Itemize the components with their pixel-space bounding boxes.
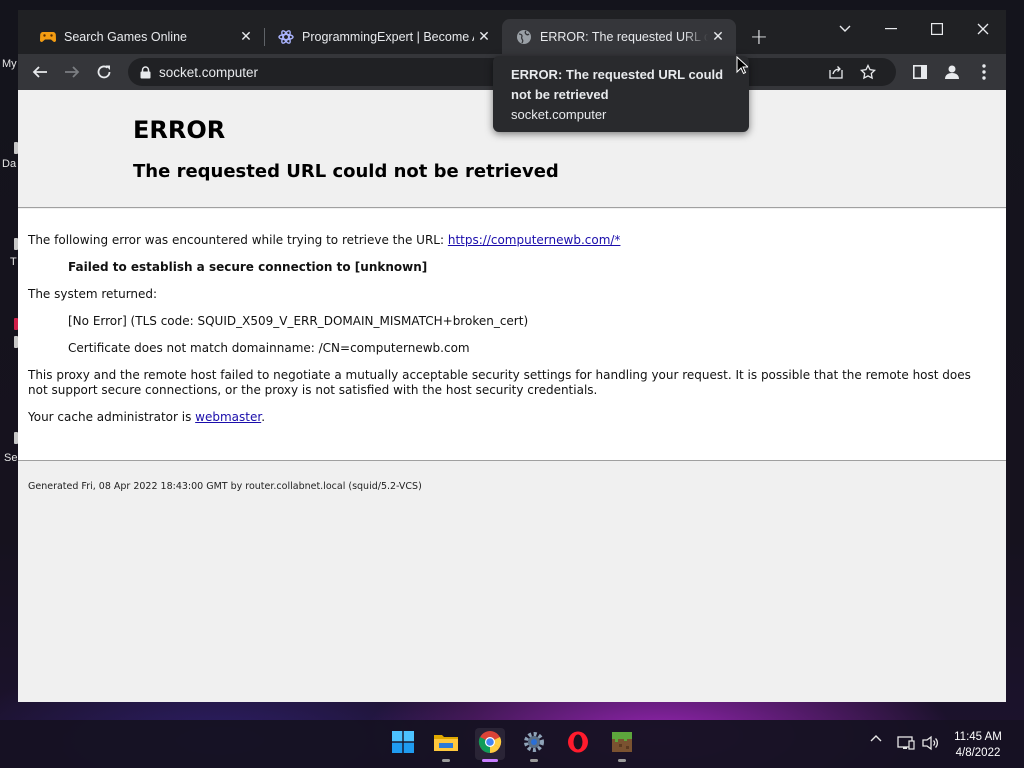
bookmark-star-icon[interactable] <box>859 63 877 84</box>
certificate-message: Certificate does not match domainname: /… <box>68 341 470 355</box>
mouse-cursor-icon <box>736 55 750 79</box>
menu-kebab-icon[interactable] <box>970 58 998 86</box>
tab-error-page[interactable]: ERROR: The requested URL could ✕ <box>502 19 736 54</box>
tab-title: ProgrammingExpert | Become A <box>302 29 474 44</box>
tab-strip: Search Games Online ✕ ProgrammingExpert … <box>18 10 1006 54</box>
webmaster-link[interactable]: webmaster <box>195 410 261 424</box>
new-tab-button[interactable]: + <box>746 24 772 50</box>
tab-search-dropdown-button[interactable] <box>822 14 868 44</box>
network-icon[interactable] <box>897 735 915 751</box>
back-button[interactable] <box>26 58 54 86</box>
tls-error-message: [No Error] (TLS code: SQUID_X509_V_ERR_D… <box>68 314 529 328</box>
error-heading: ERROR <box>133 116 226 144</box>
forward-button[interactable] <box>58 58 86 86</box>
running-indicator <box>530 759 538 762</box>
file-explorer-icon <box>433 731 459 757</box>
error-page: ERROR The requested URL could not be ret… <box>18 90 1006 702</box>
error-subheading: The requested URL could not be retrieved <box>133 161 559 182</box>
reload-button[interactable] <box>90 58 118 86</box>
tab-programmingexpert[interactable]: ProgrammingExpert | Become A ✕ <box>264 19 502 54</box>
admin-suffix: . <box>261 410 266 424</box>
start-button[interactable] <box>388 728 418 760</box>
error-title: Failed to establish a secure connection … <box>68 260 428 274</box>
page-footer: Generated Fri, 08 Apr 2022 18:43:00 GMT … <box>28 481 422 492</box>
minecraft-icon <box>611 731 633 757</box>
address-bar-url: socket.computer <box>159 64 259 80</box>
share-icon[interactable] <box>828 64 844 84</box>
start-icon <box>392 731 414 757</box>
error-details: The following error was encountered whil… <box>18 209 1006 461</box>
explanation-text: This proxy and the remote host failed to… <box>28 368 971 397</box>
tab-hover-tooltip: ERROR: The requested URL could not be re… <box>493 56 749 132</box>
taskbar: 11:45 AM 4/8/2022 <box>0 720 1024 768</box>
taskbar-app-opera[interactable] <box>563 728 593 760</box>
settings-icon <box>523 731 545 757</box>
desktop-icon-label[interactable]: My <box>2 58 17 70</box>
taskbar-app-settings[interactable] <box>519 728 549 762</box>
desktop-icon-label[interactable]: T <box>10 256 17 268</box>
globe-icon <box>516 29 532 45</box>
active-indicator <box>482 759 498 762</box>
admin-prefix: Your cache administrator is <box>28 410 196 424</box>
running-indicator <box>442 759 450 762</box>
taskbar-app-file-explorer[interactable] <box>431 728 461 762</box>
desktop-icon-label[interactable]: Da <box>2 158 16 170</box>
close-icon[interactable]: ✕ <box>236 27 256 47</box>
minimize-button[interactable] <box>868 14 914 44</box>
profile-avatar-icon[interactable] <box>938 58 966 86</box>
volume-icon[interactable] <box>922 735 940 751</box>
intro-line: The following error was encountered whil… <box>28 233 620 247</box>
taskbar-app-minecraft[interactable] <box>607 728 637 762</box>
side-panel-button[interactable] <box>906 58 934 86</box>
tab-title: ERROR: The requested URL could <box>540 29 708 44</box>
close-icon[interactable]: ✕ <box>708 27 728 47</box>
tooltip-title: ERROR: The requested URL could not be re… <box>511 67 724 102</box>
intro-text: The following error was encountered whil… <box>28 233 448 247</box>
running-indicator <box>618 759 626 762</box>
requested-url-link[interactable]: https://computernewb.com/* <box>448 233 621 247</box>
programmingexpert-logo-icon <box>278 29 294 45</box>
taskbar-app-chrome[interactable] <box>475 728 505 762</box>
tab-title: Search Games Online <box>64 29 187 44</box>
gamepad-icon <box>40 29 56 45</box>
close-window-button[interactable] <box>960 14 1006 44</box>
clock-date: 4/8/2022 <box>955 747 1001 759</box>
tooltip-url: socket.computer <box>511 107 607 122</box>
chrome-icon <box>478 730 502 758</box>
clock-time: 11:45 AM <box>954 731 1002 743</box>
browser-window: Search Games Online ✕ ProgrammingExpert … <box>18 10 1006 702</box>
system-clock[interactable]: 11:45 AM 4/8/2022 <box>940 729 1016 761</box>
maximize-button[interactable] <box>914 14 960 44</box>
show-hidden-icons-chevron-up-icon[interactable] <box>870 734 882 742</box>
system-returned-label: The system returned: <box>28 287 158 301</box>
close-icon[interactable]: ✕ <box>474 27 494 47</box>
tab-search-games[interactable]: Search Games Online ✕ <box>26 19 264 54</box>
desktop-icon-label[interactable]: Se <box>4 452 17 464</box>
lock-icon[interactable] <box>140 65 151 79</box>
admin-line: Your cache administrator is webmaster. <box>28 410 265 424</box>
opera-icon <box>567 731 589 757</box>
